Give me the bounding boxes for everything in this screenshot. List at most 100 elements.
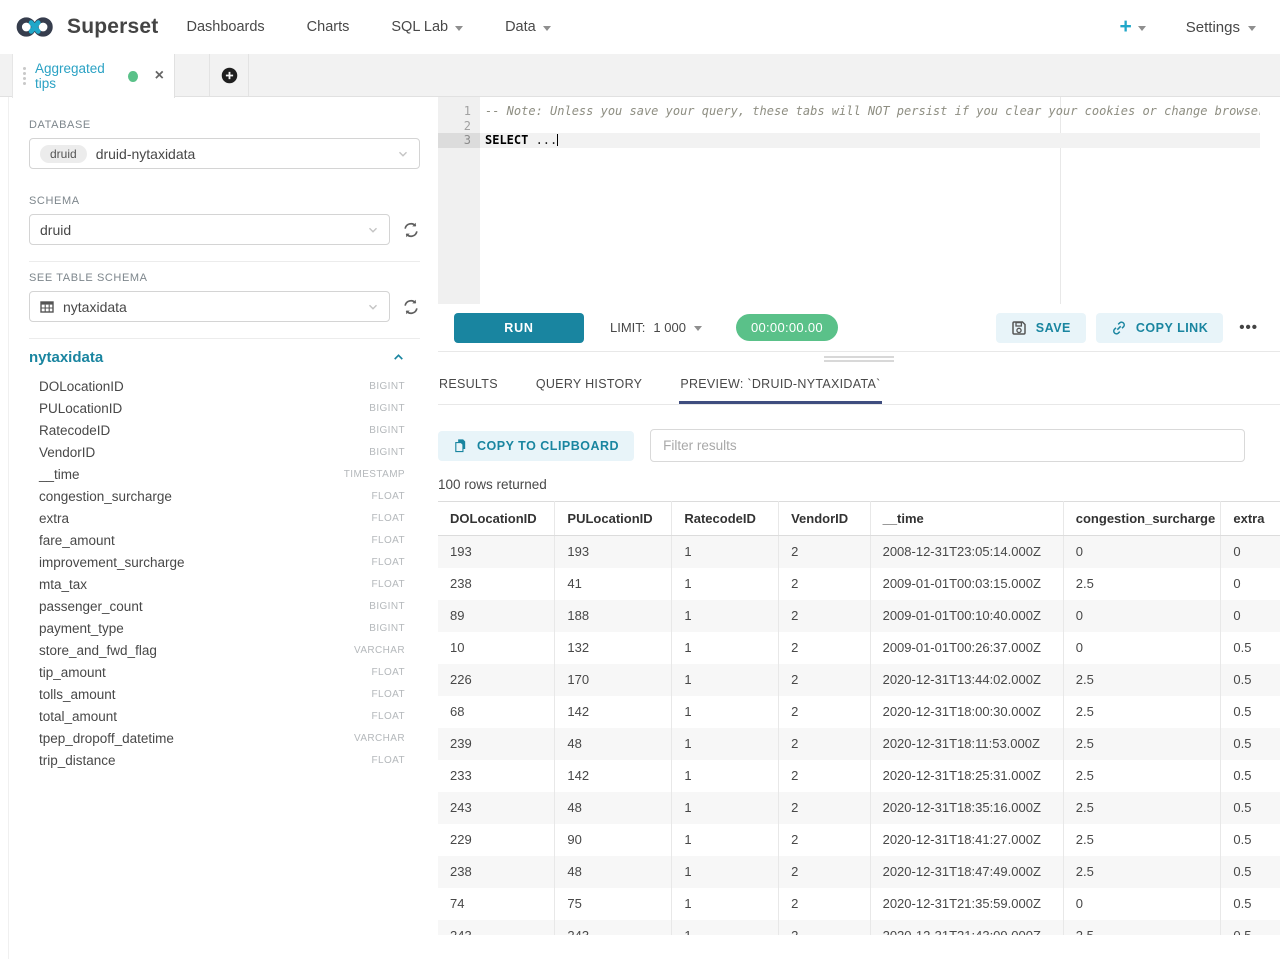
column-header-time[interactable]: __time: [870, 502, 1063, 536]
schema-column: __timeTIMESTAMP: [29, 463, 405, 485]
copy-icon: [453, 438, 468, 453]
settings-menu[interactable]: Settings: [1186, 19, 1256, 36]
column-header-ratecodeid[interactable]: RatecodeID: [672, 502, 779, 536]
column-name: VendorID: [39, 445, 369, 460]
query-timer-badge: 00:00:00.00: [736, 314, 838, 341]
cell: 2020-12-31T18:11:53.000Z: [870, 728, 1063, 760]
query-tab-aggregated-tips[interactable]: Aggregated tips ×: [12, 54, 175, 98]
column-name: total_amount: [39, 709, 372, 724]
cell: 2020-12-31T21:35:59.000Z: [870, 888, 1063, 920]
column-type: FLOAT: [372, 667, 405, 678]
chevron-down-icon: [367, 224, 379, 236]
cell: 0: [1221, 568, 1280, 600]
cell: 0.5: [1221, 920, 1280, 936]
cell: 68: [438, 696, 555, 728]
column-header-extra[interactable]: extra: [1221, 502, 1280, 536]
column-header-vendorid[interactable]: VendorID: [779, 502, 871, 536]
cell: 239: [438, 728, 555, 760]
results-tab-results[interactable]: RESULTS: [438, 366, 499, 404]
nav-item-data[interactable]: Data: [505, 19, 551, 35]
table-select[interactable]: nytaxidata: [29, 291, 390, 322]
limit-dropdown[interactable]: LIMIT: 1 000: [610, 320, 702, 335]
cell: 2.5: [1063, 568, 1221, 600]
nav-item-sql-lab[interactable]: SQL Lab: [391, 19, 463, 35]
cell: 0: [1063, 536, 1221, 568]
chevron-up-icon[interactable]: [392, 351, 405, 364]
column-header-pulocationid[interactable]: PULocationID: [555, 502, 672, 536]
cell: 188: [555, 600, 672, 632]
table-row: 23841122009-01-01T00:03:15.000Z2.50: [438, 568, 1280, 600]
close-icon[interactable]: ×: [155, 67, 164, 85]
cell: 1: [672, 888, 779, 920]
query-tab-label: Aggregated tips: [35, 61, 119, 91]
sql-code-editor[interactable]: 123 -- Note: Unless you save your query,…: [438, 97, 1260, 304]
filter-results-input[interactable]: [650, 429, 1245, 462]
main-nav: Dashboards Charts SQL Lab Data: [186, 19, 550, 35]
column-type: BIGINT: [369, 623, 405, 634]
results-table: DOLocationIDPULocationIDRatecodeIDVendor…: [438, 501, 1280, 935]
rows-returned-text: 100 rows returned: [438, 477, 1280, 492]
nav-item-label: Data: [505, 19, 536, 35]
nav-item-charts[interactable]: Charts: [307, 19, 350, 35]
drag-handle-icon[interactable]: [23, 67, 26, 85]
run-button[interactable]: RUN: [454, 313, 584, 343]
results-actions-row: COPY TO CLIPBOARD: [438, 429, 1280, 462]
table-row: 89188122009-01-01T00:10:40.000Z00: [438, 600, 1280, 632]
divider: [29, 261, 420, 262]
column-type: BIGINT: [369, 601, 405, 612]
table-schema-header[interactable]: nytaxidata: [29, 349, 405, 366]
column-header-dolocationid[interactable]: DOLocationID: [438, 502, 555, 536]
schema-column: mta_taxFLOAT: [29, 573, 405, 595]
add-tab-button[interactable]: [209, 54, 249, 96]
results-table-container[interactable]: DOLocationIDPULocationIDRatecodeIDVendor…: [438, 501, 1280, 935]
results-tab-label: PREVIEW: `DRUID-NYTAXIDATA`: [680, 377, 880, 391]
cell: 75: [555, 888, 672, 920]
save-button-label: SAVE: [1036, 321, 1071, 335]
cell: 74: [438, 888, 555, 920]
cell: 2.5: [1063, 664, 1221, 696]
schema-column: VendorIDBIGINT: [29, 441, 405, 463]
cell: 2: [779, 856, 871, 888]
cell: 2: [779, 888, 871, 920]
database-select[interactable]: druid druid-nytaxidata: [29, 138, 420, 169]
schema-label: SCHEMA: [29, 195, 438, 207]
column-header-congestion-surcharge[interactable]: congestion_surcharge: [1063, 502, 1221, 536]
database-select-value: druid-nytaxidata: [96, 146, 388, 162]
settings-label: Settings: [1186, 19, 1240, 36]
plus-icon: +: [1120, 15, 1132, 39]
cell: 2: [779, 920, 871, 936]
cell: 0: [1221, 600, 1280, 632]
results-tab-query-history[interactable]: QUERY HISTORY: [535, 366, 643, 404]
schema-column: RatecodeIDBIGINT: [29, 419, 405, 441]
column-name: passenger_count: [39, 599, 369, 614]
editor-line[interactable]: [480, 119, 1260, 134]
cell: 0: [1063, 632, 1221, 664]
cell: 2020-12-31T21:43:09.000Z: [870, 920, 1063, 936]
south-pane-resize-handle[interactable]: [438, 352, 1280, 366]
nav-item-dashboards[interactable]: Dashboards: [186, 19, 264, 35]
save-button[interactable]: SAVE: [996, 313, 1086, 343]
new-item-menu[interactable]: +: [1120, 15, 1146, 39]
editor-line[interactable]: SELECT ...: [480, 133, 1260, 148]
chevron-down-icon: [543, 26, 551, 31]
column-name: PULocationID: [39, 401, 369, 416]
editor-line[interactable]: -- Note: Unless you save your query, the…: [480, 104, 1260, 119]
copy-to-clipboard-button[interactable]: COPY TO CLIPBOARD: [438, 431, 634, 461]
cell: 243: [555, 920, 672, 936]
copy-link-button[interactable]: COPY LINK: [1096, 313, 1223, 343]
cell: 0.5: [1221, 760, 1280, 792]
sql-editor-left-bar: DATABASE druid druid-nytaxidata SCHEMA d…: [8, 97, 438, 959]
superset-logo[interactable]: Superset: [14, 15, 158, 39]
cell: 2.5: [1063, 824, 1221, 856]
cell: 2: [779, 568, 871, 600]
refresh-schemas-button[interactable]: [402, 221, 420, 239]
editor-toolbar: RUN LIMIT: 1 000 00:00:00.00 SAVE: [438, 304, 1280, 352]
schema-select[interactable]: druid: [29, 214, 390, 245]
column-name: fare_amount: [39, 533, 372, 548]
cell: 2: [779, 728, 871, 760]
refresh-tables-button[interactable]: [402, 298, 420, 316]
cell: 1: [672, 824, 779, 856]
more-actions-button[interactable]: •••: [1233, 319, 1264, 336]
results-tab-preview[interactable]: PREVIEW: `DRUID-NYTAXIDATA`: [679, 366, 881, 404]
column-type: VARCHAR: [354, 733, 405, 744]
